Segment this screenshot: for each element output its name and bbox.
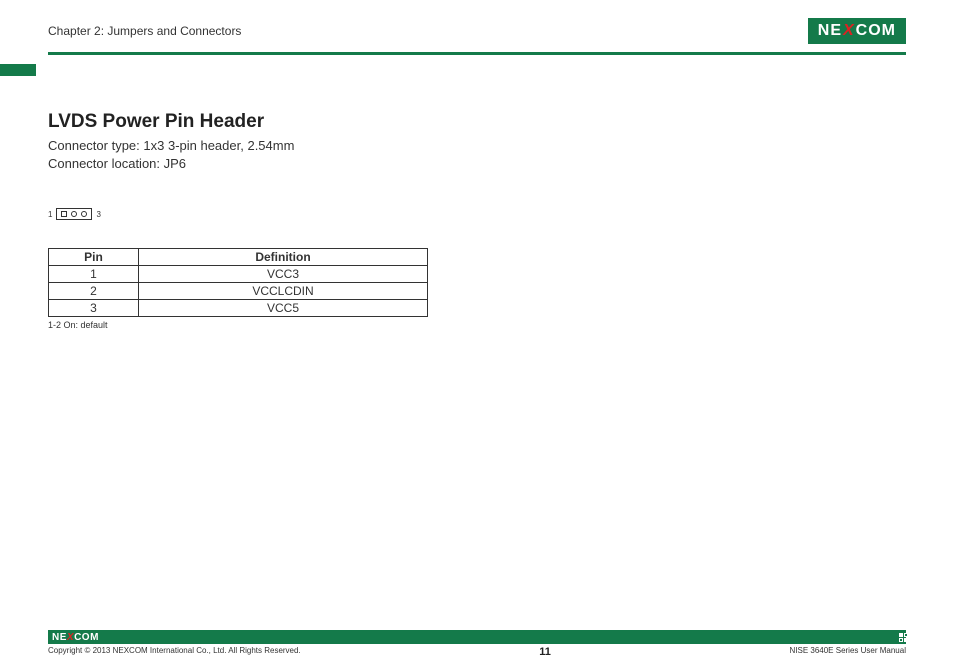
connector-type: Connector type: 1x3 3-pin header, 2.54mm (48, 137, 906, 155)
cell-def: VCC5 (139, 300, 428, 317)
cell-pin: 3 (49, 300, 139, 317)
footer-copyright: Copyright © 2013 NEXCOM International Co… (48, 646, 301, 655)
nexcom-logo-footer: NEXCOM (52, 630, 99, 644)
pin-label-right: 3 (96, 210, 100, 219)
pin-box (56, 208, 92, 220)
nexcom-logo-top: NEXCOM (808, 18, 906, 44)
th-pin: Pin (49, 249, 139, 266)
table-row: 1 VCC3 (49, 266, 428, 283)
section-title: LVDS Power Pin Header (48, 111, 906, 133)
logo-part-a: NE (52, 632, 67, 643)
table-note: 1-2 On: default (48, 320, 906, 330)
footer-manual-name: NISE 3640E Series User Manual (789, 646, 906, 655)
footer-bar: NEXCOM (48, 630, 906, 644)
header-divider (48, 52, 906, 55)
pin-definition-table: Pin Definition 1 VCC3 2 VCCLCDIN 3 VCC5 (48, 248, 428, 317)
pin-1-icon (61, 211, 67, 217)
table-row: 2 VCCLCDIN (49, 283, 428, 300)
logo-part-x: X (843, 22, 855, 40)
th-def: Definition (139, 249, 428, 266)
pin-label-left: 1 (48, 210, 52, 219)
cell-def: VCC3 (139, 266, 428, 283)
logo-part-b: COM (74, 632, 99, 643)
footer-squares-icon (899, 633, 908, 642)
table-header-row: Pin Definition (49, 249, 428, 266)
cell-pin: 1 (49, 266, 139, 283)
logo-part-a: NE (818, 22, 842, 40)
connector-location: Connector location: JP6 (48, 155, 906, 173)
page-number: 11 (539, 646, 551, 658)
cell-pin: 2 (49, 283, 139, 300)
pin-2-icon (71, 211, 77, 217)
logo-part-x: X (67, 632, 74, 643)
cell-def: VCCLCDIN (139, 283, 428, 300)
table-row: 3 VCC5 (49, 300, 428, 317)
logo-part-b: COM (856, 22, 896, 40)
pin-diagram: 1 3 (48, 208, 906, 220)
pin-3-icon (81, 211, 87, 217)
chapter-title: Chapter 2: Jumpers and Connectors (48, 24, 241, 38)
